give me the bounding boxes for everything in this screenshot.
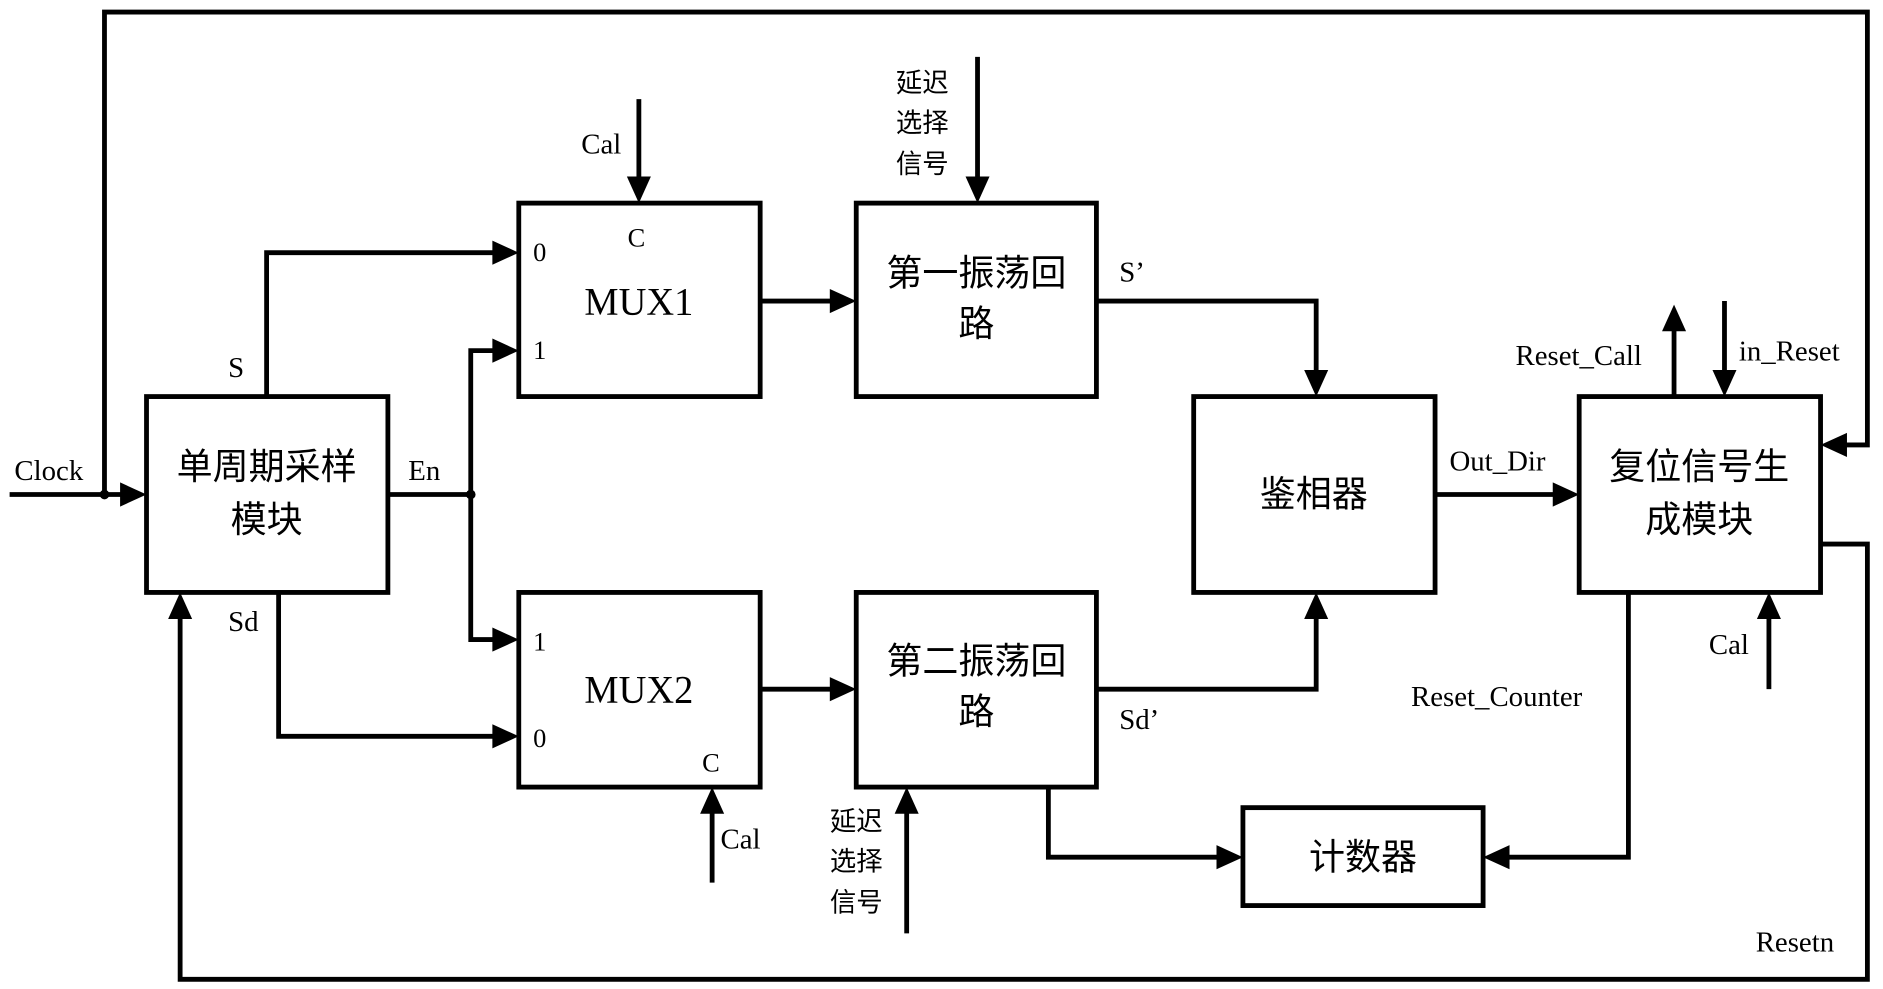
signal-cal-reset: Cal: [1709, 629, 1749, 661]
arrowhead-reset-call: [1662, 304, 1687, 332]
arrowhead-cal-reset: [1756, 592, 1781, 620]
mux1-port-1: 1: [533, 335, 546, 365]
signal-s-prime: S’: [1119, 257, 1145, 289]
arrowhead-sd-prime: [1304, 592, 1329, 620]
delay-top-line3: 信号: [896, 149, 949, 180]
mux2-label: MUX2: [584, 669, 693, 711]
osc2-label-line2: 路: [958, 690, 994, 733]
mux2-block: MUX2 1 0 C: [516, 590, 763, 790]
signal-cal-mux1: Cal: [581, 128, 621, 160]
wire-en-mux1: [468, 348, 505, 495]
arrowhead-s: [492, 240, 519, 265]
delay-bottom-line1: 延迟: [830, 807, 883, 838]
mux1-label: MUX1: [584, 281, 693, 323]
signal-reset-counter: Reset_Counter: [1411, 681, 1583, 713]
arrowhead-out-dir: [1552, 482, 1580, 507]
phase-detector-block: 鉴相器: [1191, 394, 1438, 595]
reset-generator-block: 复位信号生 成模块: [1576, 394, 1823, 595]
signal-in-reset: in_Reset: [1739, 335, 1840, 367]
signal-s: S: [228, 352, 244, 384]
sampler-label-line2: 模块: [231, 498, 303, 541]
delay-top-line2: 选择: [896, 108, 949, 139]
signal-delay-select-bottom: 延迟 选择 信号: [830, 807, 883, 919]
arrowhead-delay-top: [965, 176, 990, 204]
arrowhead-en-mux2: [492, 627, 519, 652]
oscillator2-block: 第二振荡回 路: [853, 590, 1099, 790]
sampler-label-line1: 单周期采样: [177, 445, 357, 488]
arrowhead-clock: [120, 482, 147, 507]
delay-top-line1: 延迟: [896, 68, 949, 99]
arrowhead-cal-mux1: [626, 176, 651, 204]
phase-detector-label: 鉴相器: [1260, 472, 1368, 515]
reset-gen-label-line2: 成模块: [1645, 498, 1753, 541]
wire-osc2-counter: [1045, 787, 1228, 860]
signal-resetn: Resetn: [1756, 926, 1835, 958]
arrowhead-delay-bottom: [894, 787, 919, 814]
signal-cal-mux2: Cal: [721, 824, 761, 856]
mux2-port-c: C: [702, 747, 720, 777]
counter-block: 计数器: [1240, 805, 1486, 908]
osc2-label-line1: 第二振荡回: [886, 639, 1066, 682]
arrowhead-osc2-counter: [1216, 845, 1243, 870]
mux1-block: MUX1 0 1 C: [516, 200, 763, 399]
signal-delay-select-top: 延迟 选择 信号: [896, 68, 949, 180]
wire-sd-prime: [1096, 608, 1319, 692]
arrowhead-cal-mux2: [700, 787, 725, 814]
arrowhead-s-prime: [1304, 369, 1329, 397]
counter-label: 计数器: [1309, 835, 1417, 878]
wire-en-mux2: [468, 494, 505, 643]
osc1-label-line1: 第一振荡回: [886, 251, 1066, 294]
signal-clock: Clock: [14, 455, 83, 487]
oscillator1-block: 第一振荡回 路: [853, 200, 1099, 399]
signal-reset-call: Reset_Call: [1516, 340, 1642, 372]
mux2-port-1: 1: [533, 626, 546, 656]
arrowhead-in-reset: [1712, 369, 1737, 397]
arrowhead-en-mux1: [492, 338, 519, 363]
wire-s-prime: [1096, 298, 1319, 383]
osc1-label-line2: 路: [958, 302, 994, 345]
mux1-port-0: 0: [533, 237, 546, 267]
arrowhead-mux1-osc1: [829, 288, 857, 314]
arrowhead-clock-reset: [1820, 432, 1847, 458]
arrowhead-sd: [492, 724, 519, 749]
delay-bottom-line2: 选择: [830, 846, 883, 877]
arrowhead-mux2-osc2: [829, 677, 857, 702]
block-diagram: 单周期采样 模块 MUX1 0 1 C MUX2 1 0 C 第一振荡回 路 第…: [9, 9, 1870, 982]
delay-bottom-line3: 信号: [830, 888, 883, 919]
reset-gen-label-line1: 复位信号生: [1609, 445, 1789, 488]
wire-reset-counter: [1498, 592, 1631, 860]
sampler-block: 单周期采样 模块: [144, 394, 391, 595]
signal-en: En: [408, 455, 441, 487]
mux1-port-c: C: [628, 223, 646, 253]
signal-out-dir: Out_Dir: [1449, 445, 1545, 477]
arrowhead-reset-counter: [1483, 845, 1510, 870]
arrowhead-resetn: [168, 592, 193, 620]
mux2-port-0: 0: [533, 723, 546, 753]
signal-sd-prime: Sd’: [1119, 704, 1159, 736]
signal-sd: Sd: [228, 606, 259, 638]
